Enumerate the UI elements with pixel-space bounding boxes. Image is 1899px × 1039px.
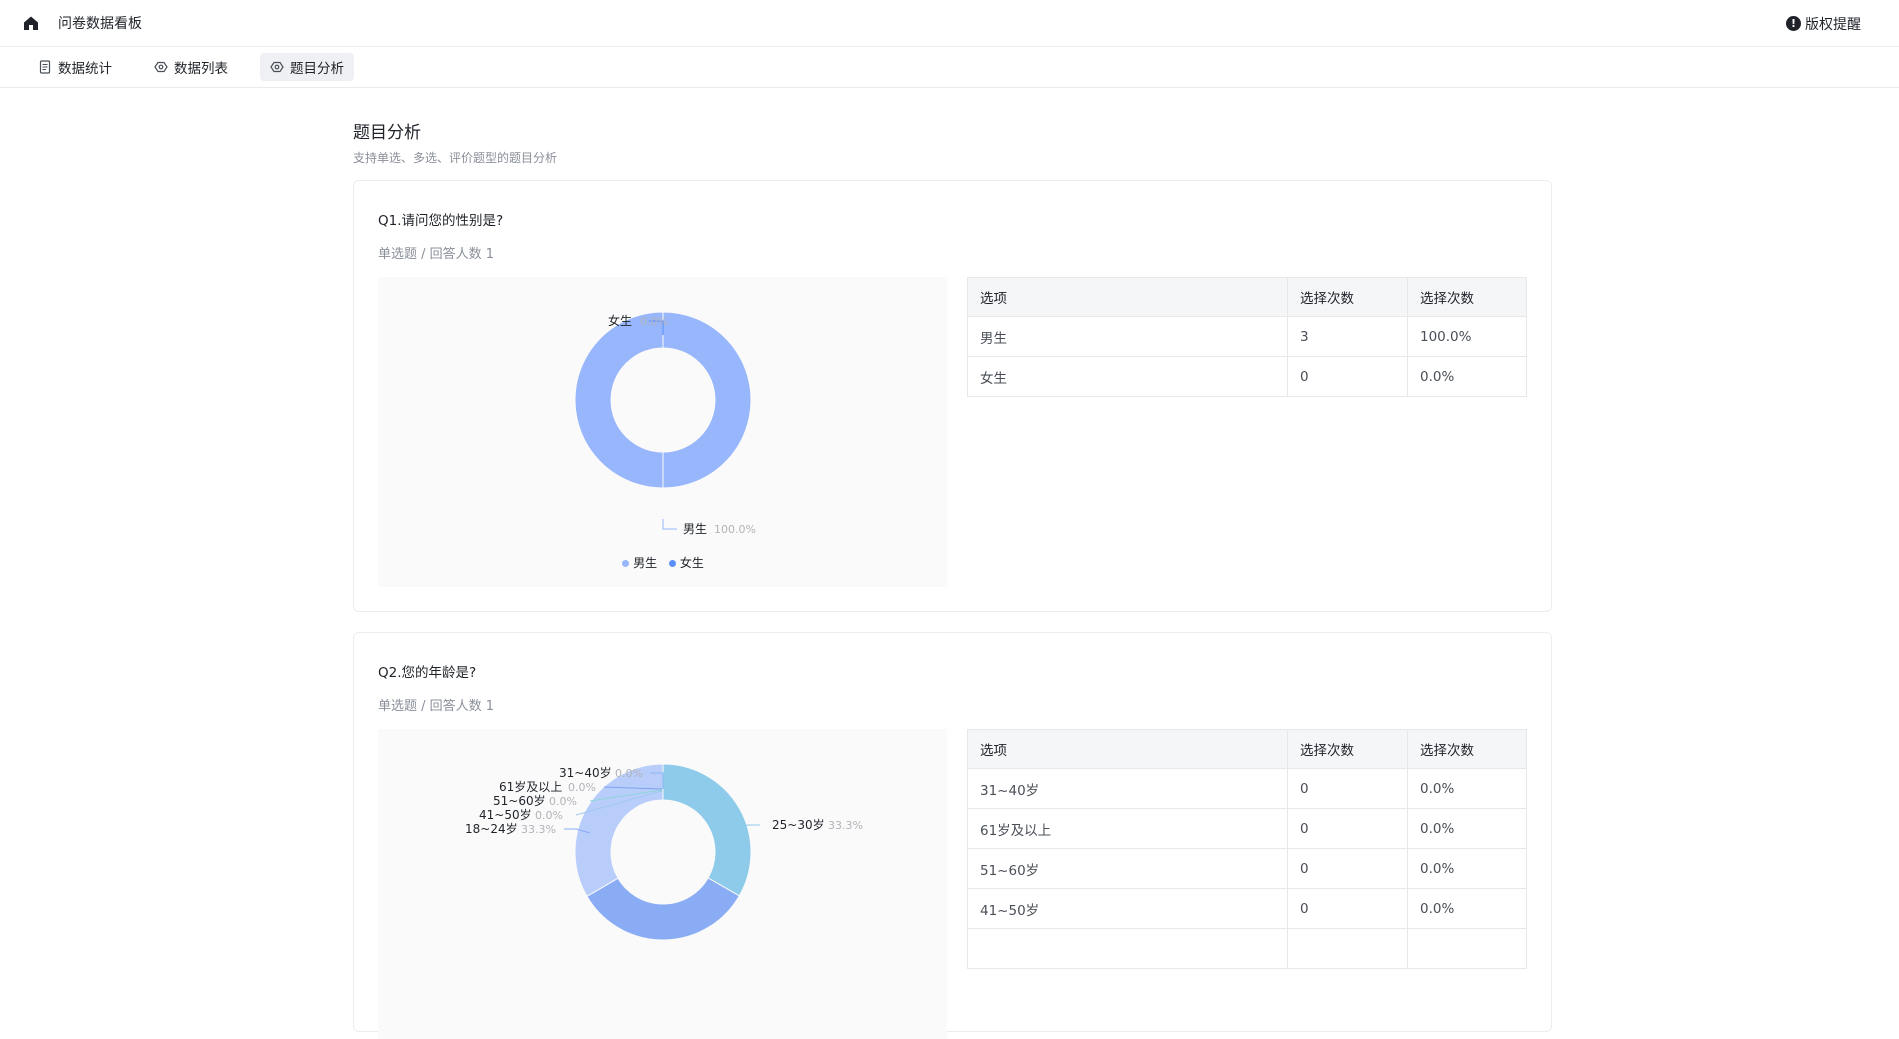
table-cell: 31~40岁 — [967, 768, 1288, 809]
slice-label-name: 18~24岁 — [465, 821, 518, 836]
table-row: 女生 0 0.0% — [967, 356, 1527, 397]
tab-data-list[interactable]: 数据列表 — [144, 53, 238, 81]
top-bar: 问卷数据看板 ! 版权提醒 — [0, 0, 1899, 47]
question-meta: 单选题 / 回答人数 1 — [378, 247, 495, 262]
table-cell: 0.0% — [1407, 848, 1527, 889]
table-cell: 0.0% — [1407, 768, 1527, 809]
eye-icon — [270, 61, 284, 73]
tab-label: 数据列表 — [174, 61, 228, 77]
table-row: 51~60岁 0 0.0% — [967, 848, 1527, 889]
table-row — [967, 928, 1527, 969]
table-cell: 0 — [1287, 356, 1408, 397]
app-title: 问卷数据看板 — [58, 16, 142, 32]
legend-label: 男生 — [633, 556, 658, 570]
table-cell: 0.0% — [1407, 356, 1527, 397]
slice-label-name: 25~30岁 — [772, 817, 825, 832]
tab-question-analysis[interactable]: 题目分析 — [260, 53, 354, 81]
slice-label-name: 31~40岁 — [559, 765, 612, 780]
slice-label-percent: 33.3% — [521, 823, 556, 836]
table-cell: 女生 — [967, 356, 1288, 397]
donut-chart-svg: 女生 0.0% 男生 100.0% — [574, 311, 756, 536]
legend-dot — [668, 560, 676, 567]
question-meta: 单选题 / 回答人数 1 — [378, 699, 495, 714]
question-title: Q1.请问您的性别是? — [378, 213, 504, 229]
donut-slice[interactable] — [662, 763, 752, 897]
options-table: 选项 选择次数 选择次数 男生 3 100.0% 女生 0 0.0% — [967, 277, 1527, 397]
table-cell: 61岁及以上 — [967, 808, 1288, 849]
table-header: 选项 — [967, 729, 1288, 769]
slice-label-percent: 0.0% — [549, 795, 577, 808]
options-table-box: 选项 选择次数 选择次数 31~40岁 0 0.0% 61岁及以上 0 0.0% — [967, 729, 1527, 1039]
legend-label: 女生 — [679, 556, 704, 570]
table-cell — [1407, 928, 1527, 969]
slice-label-percent: 33.3% — [828, 819, 863, 832]
table-cell: 0 — [1287, 808, 1408, 849]
table-cell: 41~50岁 — [967, 888, 1288, 929]
options-table: 选项 选择次数 选择次数 31~40岁 0 0.0% 61岁及以上 0 0.0% — [967, 729, 1527, 969]
slice-label-name: 61岁及以上 — [499, 779, 562, 794]
donut-slice[interactable] — [574, 311, 752, 489]
tab-label: 题目分析 — [290, 61, 344, 77]
slice-label-name: 男生 — [683, 522, 707, 536]
copyright-notice-button[interactable]: ! 版权提醒 — [1786, 0, 1861, 47]
slice-label-name: 41~50岁 — [479, 807, 532, 822]
donut-chart-q2: 31~40岁 0.0% 61岁及以上 0.0% 51~60岁 0.0% 41~5… — [378, 729, 947, 1039]
table-cell: 3 — [1287, 316, 1408, 357]
slice-label-name: 女生 — [608, 313, 632, 328]
options-table-box: 选项 选择次数 选择次数 男生 3 100.0% 女生 0 0.0% — [967, 277, 1527, 587]
table-row: 男生 3 100.0% — [967, 316, 1527, 357]
eye-icon — [154, 61, 168, 73]
donut-chart-svg: 31~40岁 0.0% 61岁及以上 0.0% 51~60岁 0.0% 41~5… — [465, 763, 863, 941]
table-header: 选择次数 — [1287, 729, 1408, 769]
table-cell: 0 — [1287, 848, 1408, 889]
tab-label: 数据统计 — [58, 61, 112, 77]
legend-item[interactable]: 女生 — [668, 556, 704, 570]
slice-label-percent: 0.0% — [535, 809, 563, 822]
donut-chart-q1: 女生 0.0% 男生 100.0% 男生 女生 — [378, 277, 947, 587]
slice-label-percent: 0.0% — [568, 781, 596, 794]
table-header: 选择次数 — [1407, 729, 1527, 769]
table-cell: 0.0% — [1407, 808, 1527, 849]
page-title: 题目分析 — [353, 123, 421, 143]
copyright-notice-label: 版权提醒 — [1805, 16, 1861, 33]
chart-legend: 男生 女生 — [378, 554, 948, 571]
tab-data-stats[interactable]: 数据统计 — [28, 53, 122, 81]
table-row: 61岁及以上 0 0.0% — [967, 808, 1527, 849]
table-cell: 男生 — [967, 316, 1288, 357]
table-cell: 0 — [1287, 888, 1408, 929]
question-card-q1: Q1.请问您的性别是? 单选题 / 回答人数 1 女生 0.0% 男生 100.… — [353, 180, 1552, 612]
table-cell: 51~60岁 — [967, 848, 1288, 889]
alert-icon: ! — [1786, 16, 1801, 31]
table-header: 选择次数 — [1407, 277, 1527, 317]
tab-bar: 数据统计 数据列表 题目分析 — [0, 47, 1899, 88]
table-row: 41~50岁 0 0.0% — [967, 888, 1527, 929]
legend-item[interactable]: 男生 — [622, 556, 657, 570]
table-row: 31~40岁 0 0.0% — [967, 768, 1527, 809]
table-header-row: 选项 选择次数 选择次数 — [967, 277, 1527, 317]
label-leader-line — [662, 519, 677, 530]
table-cell: 100.0% — [1407, 316, 1527, 357]
table-header: 选项 — [967, 277, 1288, 317]
main-content: 题目分析 支持单选、多选、评价题型的题目分析 Q1.请问您的性别是? 单选题 /… — [353, 118, 1553, 1039]
table-cell — [1287, 928, 1408, 969]
slice-label-percent: 0.0% — [640, 315, 668, 328]
question-card-q2: Q2.您的年龄是? 单选题 / 回答人数 1 31~40岁 0.0% 61岁及以… — [353, 632, 1552, 1039]
question-title: Q2.您的年龄是? — [378, 665, 477, 681]
table-header-row: 选项 选择次数 选择次数 — [967, 729, 1527, 769]
table-header: 选择次数 — [1287, 277, 1408, 317]
table-cell: 0.0% — [1407, 888, 1527, 929]
slice-label-name: 51~60岁 — [493, 793, 546, 808]
table-cell: 0 — [1287, 768, 1408, 809]
table-cell — [967, 928, 1288, 969]
slice-label-percent: 0.0% — [615, 767, 643, 780]
slice-label-percent: 100.0% — [714, 523, 756, 536]
page-subtitle: 支持单选、多选、评价题型的题目分析 — [353, 151, 558, 165]
legend-dot — [622, 560, 630, 567]
donut-slice[interactable] — [586, 877, 740, 941]
document-icon — [39, 60, 51, 74]
home-icon[interactable] — [22, 14, 40, 32]
